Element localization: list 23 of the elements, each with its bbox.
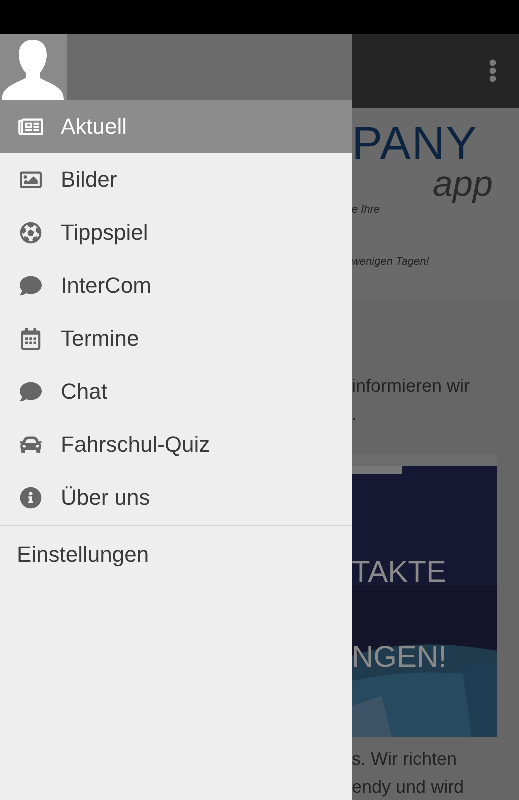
drawer-item[interactable]: Tippspiel <box>0 206 352 259</box>
banner-text: NGEN! <box>352 641 448 675</box>
drawer-item[interactable]: Über uns <box>0 471 352 524</box>
tagline-text: wenigen Tagen! <box>352 256 430 268</box>
banner-text: TAKTE <box>352 556 446 590</box>
tagline-text: e Ihre <box>352 204 382 216</box>
logo-text: PANY <box>352 120 479 166</box>
drawer-item[interactable]: Termine <box>0 312 352 365</box>
drawer-item[interactable]: Chat <box>0 365 352 418</box>
drawer-item[interactable]: Fahrschul-Quiz <box>0 418 352 471</box>
paragraph-text: endy und wird <box>352 776 466 799</box>
drawer-item[interactable]: Bilder <box>0 153 352 206</box>
avatar-icon <box>0 34 67 100</box>
drawer-item[interactable]: InterCom <box>0 259 352 312</box>
paragraph-text: informieren wir <box>352 375 472 398</box>
speech-bubble-icon <box>18 380 44 402</box>
settings-item[interactable]: Einstellungen <box>0 526 352 584</box>
paragraph-text: . <box>352 403 358 426</box>
info-icon <box>18 486 44 508</box>
paragraph-text: s. Wir richten <box>352 748 458 771</box>
overflow-menu-icon[interactable] <box>489 59 497 83</box>
logo-subtitle: app <box>432 166 493 202</box>
speech-bubble-icon <box>18 274 44 296</box>
